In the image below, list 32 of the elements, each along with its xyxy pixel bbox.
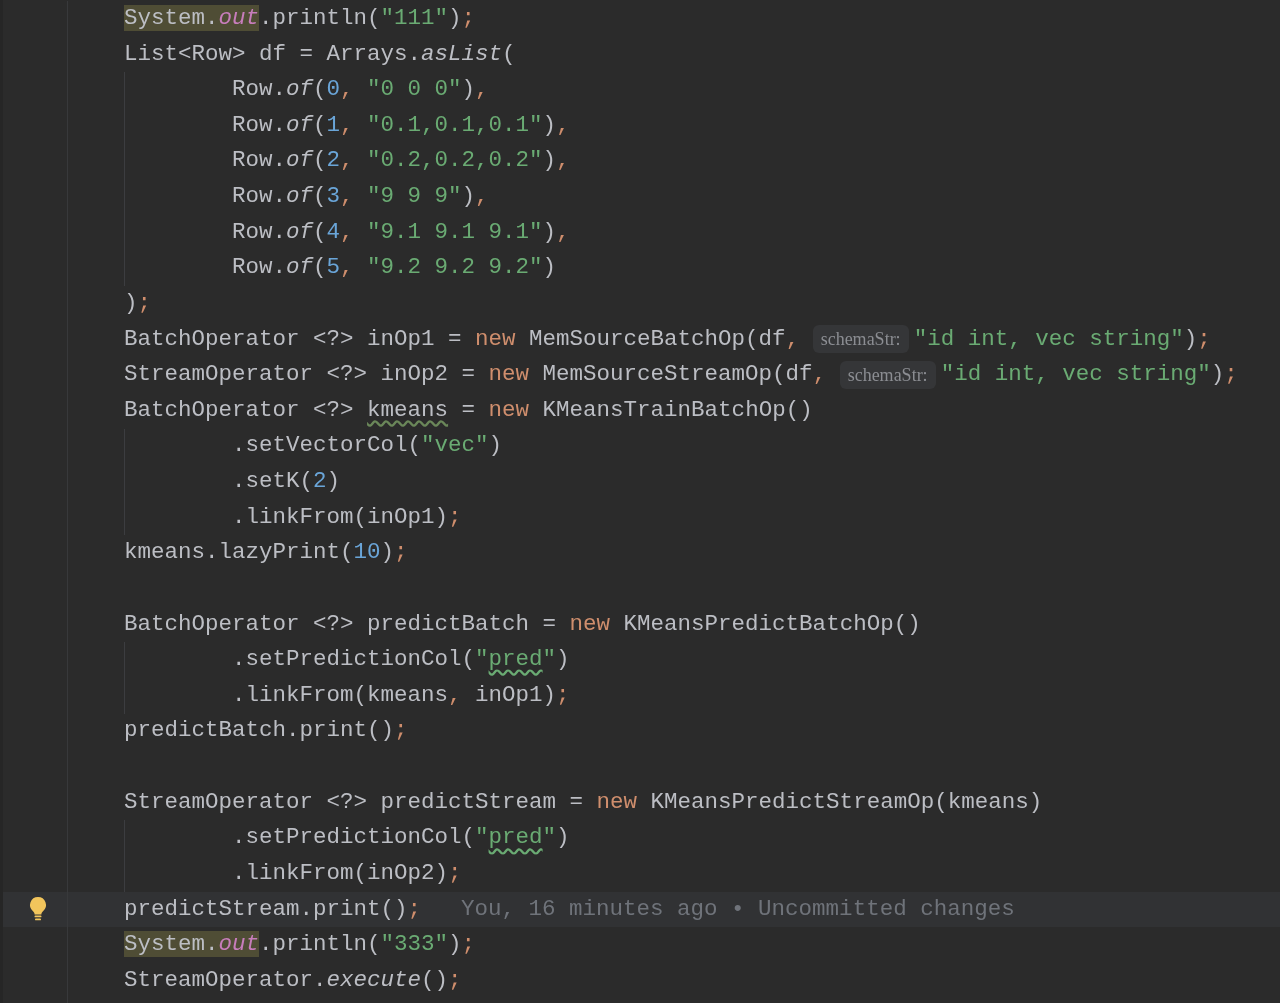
- code-text: Row.of(5, "9.2 9.2 9.2"): [232, 253, 557, 283]
- code-text: kmeans.lazyPrint(10);: [124, 538, 408, 568]
- code-text: Row.of(1, "0.1,0.1,0.1"),: [232, 110, 570, 140]
- code-text: BatchOperator <?> inOp1 = new MemSourceBatchOp(df,: [124, 324, 801, 354]
- code-text: List<Row> df = Arrays.asList(: [124, 39, 516, 69]
- code-text: .setPredictionCol("pred"): [232, 823, 570, 853]
- code-text: Row.of(2, "0.2,0.2,0.2"),: [232, 146, 570, 176]
- parameter-hint: schemaStr:: [812, 325, 909, 354]
- code-text: predictBatch.print();: [124, 716, 408, 746]
- code-text: StreamOperator <?> predictStream = new KMeansPredictStreamOp(kmeans): [124, 787, 1043, 817]
- code-text: System.out.println("333");: [124, 930, 476, 960]
- code-text: .setPredictionCol("pred"): [232, 645, 570, 675]
- code-text: .linkFrom(inOp2);: [232, 858, 462, 888]
- code-text: predictStream.print();: [124, 894, 422, 924]
- code-text: System.out.println("111");: [124, 3, 476, 33]
- code-text: StreamOperator.execute();: [124, 965, 462, 995]
- lightbulb-icon[interactable]: [28, 896, 48, 923]
- code-text: .linkFrom(kmeans, inOp1);: [232, 680, 570, 710]
- code-text: Row.of(3, "9 9 9"),: [232, 182, 489, 212]
- code-text: "id int, vec string");: [940, 360, 1238, 390]
- code-text: StreamOperator <?> inOp2 = new MemSourceStreamOp(df,: [124, 360, 828, 390]
- code-text: .linkFrom(inOp1);: [232, 502, 462, 532]
- code-text: );: [124, 288, 152, 318]
- code-text: .setVectorCol("vec"): [232, 431, 503, 461]
- code-text: .setK(2): [232, 467, 341, 497]
- code-text: BatchOperator <?> predictBatch = new KMeansPredictBatchOp(): [124, 609, 921, 639]
- blame-annotation: You, 16 minutes ago • Uncommitted changes: [461, 894, 1015, 924]
- parameter-hint: schemaStr:: [839, 361, 936, 390]
- code-text: Row.of(0, "0 0 0"),: [232, 75, 489, 105]
- code-text: "id int, vec string");: [913, 324, 1211, 354]
- code-text: BatchOperator <?> kmeans = new KMeansTrainBatchOp(): [124, 395, 813, 425]
- code-text: Row.of(4, "9.1 9.1 9.1"),: [232, 217, 570, 247]
